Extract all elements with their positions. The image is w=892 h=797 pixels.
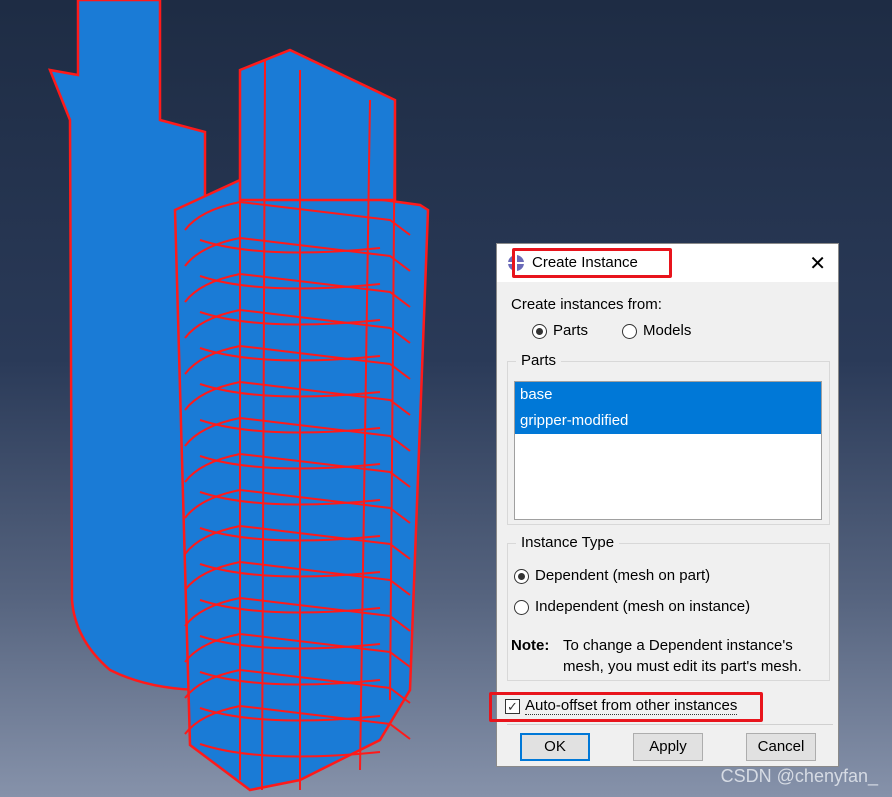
cancel-button[interactable]: Cancel (746, 733, 816, 761)
gripper-3d-model (48, 0, 430, 792)
watermark: CSDN @chenyfan_ (720, 766, 878, 786)
parts-radio[interactable] (532, 324, 547, 339)
dependent-radio-label[interactable]: Dependent (mesh on part) (535, 567, 710, 584)
create-instance-dialog: Create Instance ✕ Create instances from:… (489, 243, 839, 767)
parts-list[interactable]: base gripper-modified (514, 381, 822, 520)
models-radio[interactable] (622, 324, 637, 339)
note-label: Note: (511, 637, 550, 654)
title-highlight-box (512, 248, 672, 278)
apply-button[interactable]: Apply (633, 733, 703, 761)
create-from-label: Create instances from: (511, 296, 662, 313)
dependent-radio[interactable] (514, 569, 529, 584)
ok-button[interactable]: OK (520, 733, 590, 761)
list-item-gripper-modified[interactable]: gripper-modified (515, 408, 821, 434)
instance-type-label: Instance Type (516, 534, 620, 551)
independent-radio[interactable] (514, 600, 529, 615)
close-icon[interactable]: ✕ (809, 251, 826, 276)
note-line-1: To change a Dependent instance's (563, 637, 793, 654)
auto-offset-highlight-box (489, 692, 763, 722)
top-column (238, 48, 397, 202)
note-line-2: mesh, you must edit its part's mesh. (563, 658, 802, 675)
parts-radio-label[interactable]: Parts (553, 322, 588, 339)
divider (507, 724, 833, 725)
parts-group-label: Parts (516, 352, 562, 369)
independent-radio-label[interactable]: Independent (mesh on instance) (535, 598, 750, 615)
models-radio-label[interactable]: Models (643, 322, 691, 339)
list-item-base[interactable]: base (515, 382, 821, 408)
